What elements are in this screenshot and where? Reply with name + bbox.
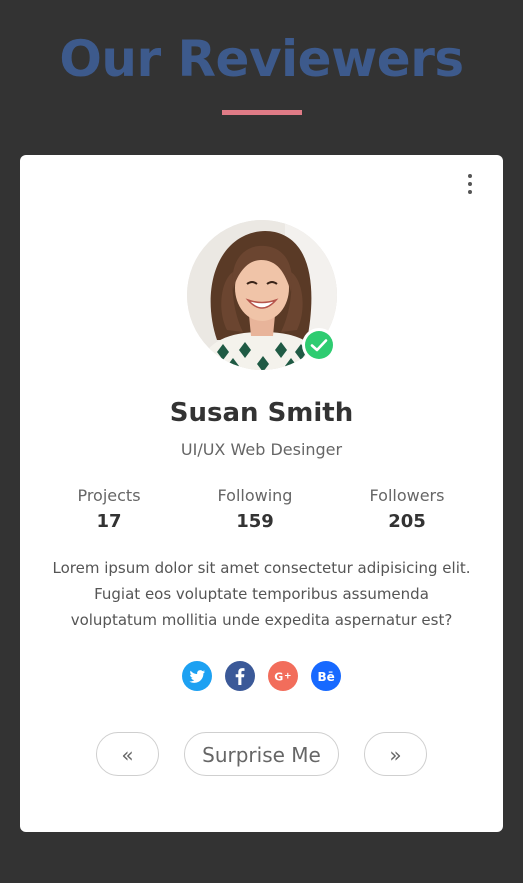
twitter-icon[interactable] bbox=[182, 661, 212, 691]
stat-following: Following 159 bbox=[185, 483, 325, 535]
google-plus-icon[interactable]: G + bbox=[268, 661, 298, 691]
reviewer-name: Susan Smith bbox=[169, 398, 354, 428]
stat-label: Following bbox=[217, 486, 293, 505]
facebook-icon[interactable] bbox=[225, 661, 255, 691]
svg-text:Bē: Bē bbox=[318, 670, 335, 684]
stat-value: 205 bbox=[388, 511, 426, 532]
next-button[interactable]: » bbox=[364, 732, 427, 776]
title-underline bbox=[222, 110, 302, 115]
svg-text:+: + bbox=[284, 672, 292, 682]
stat-followers: Followers 205 bbox=[337, 483, 477, 535]
page-title: Our Reviewers bbox=[59, 30, 464, 88]
verified-badge bbox=[302, 328, 336, 362]
check-circle-icon bbox=[305, 331, 333, 359]
kebab-vertical-icon[interactable] bbox=[464, 173, 476, 195]
avatar-container bbox=[187, 220, 337, 370]
reviewer-role: UI/UX Web Desinger bbox=[180, 440, 343, 459]
prev-button[interactable]: « bbox=[96, 732, 159, 776]
stat-label: Projects bbox=[77, 486, 141, 505]
reviewer-description: Lorem ipsum dolor sit amet consectetur a… bbox=[52, 559, 471, 629]
surprise-me-button[interactable]: Surprise Me bbox=[184, 732, 339, 776]
stat-label: Followers bbox=[369, 486, 445, 505]
svg-text:G: G bbox=[274, 671, 283, 684]
reviewer-card: Susan Smith UI/UX Web Desinger Projects … bbox=[20, 155, 503, 832]
behance-icon[interactable]: Bē bbox=[311, 661, 341, 691]
stat-projects: Projects 17 bbox=[39, 483, 179, 535]
stat-value: 17 bbox=[96, 511, 122, 532]
stat-value: 159 bbox=[236, 511, 274, 532]
